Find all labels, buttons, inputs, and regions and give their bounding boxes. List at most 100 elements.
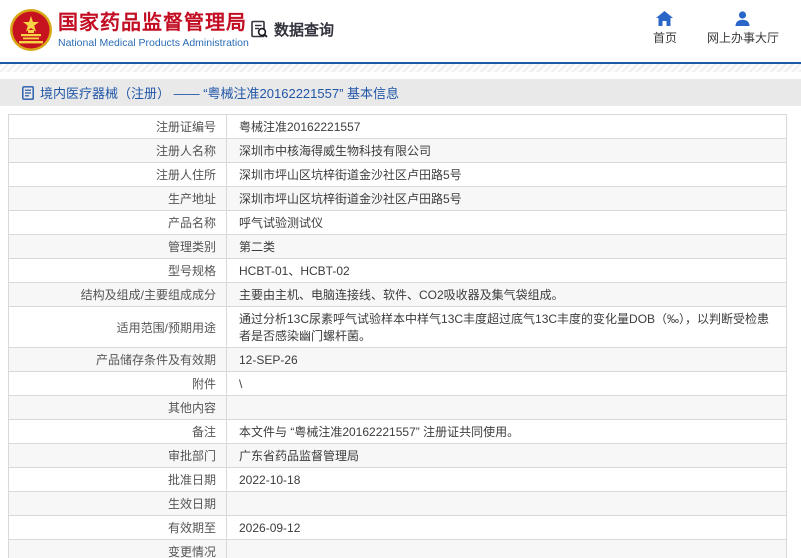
row-label-cell: 结构及组成/主要组成成分 (8, 282, 227, 307)
table-row: 结构及组成/主要组成成分 主要由主机、电脑连接线、软件、CO2吸收器及集气袋组成… (8, 282, 787, 307)
table-row: 管理类别 第二类 (8, 234, 787, 259)
nav-service-hall-label: 网上办事大厅 (706, 31, 779, 45)
row-label: 其他内容 (167, 401, 216, 415)
row-value-cell (226, 395, 787, 420)
row-label: 结构及组成/主要组成成分 (80, 288, 216, 302)
row-value-cell: 2022-10-18 (226, 467, 787, 492)
row-value-cell: 2026-09-12 (226, 515, 787, 540)
row-value-cell: 呼气试验测试仪 (226, 210, 787, 235)
row-value-cell: 广东省药品监督管理局 (226, 443, 787, 468)
row-value-cell: 主要由主机、电脑连接线、软件、CO2吸收器及集气袋组成。 (226, 282, 787, 307)
row-label: 产品储存条件及有效期 (95, 353, 216, 367)
row-label-cell: 注册人名称 (8, 138, 227, 163)
row-label-cell: 有效期至 (8, 515, 227, 540)
row-label-cell: 适用范围/预期用途 (8, 306, 227, 348)
page-doc-icon (22, 85, 34, 100)
home-icon (656, 11, 674, 26)
table-row: 注册人住所 深圳市坪山区坑梓街道金沙社区卢田路5号 (8, 162, 787, 187)
row-value: \ (239, 376, 243, 391)
row-value: 深圳市坪山区坑梓街道金沙社区卢田路5号 (239, 168, 462, 182)
agency-name-cn: 国家药品监督管理局 (58, 12, 247, 34)
row-value-cell: 第二类 (226, 234, 787, 259)
row-value-cell: 粤械注准20162221557 (226, 114, 787, 139)
row-value-cell: 本文件与 “粤械注准20162221557” 注册证共同使用。 (226, 419, 787, 444)
row-label: 产品名称 (167, 216, 216, 230)
table-row: 适用范围/预期用途 通过分析13C尿素呼气试验样本中样气13C丰度超过底气13C… (8, 306, 787, 348)
row-value: HCBT-01、HCBT-02 (239, 264, 350, 278)
row-label: 变更情况 (167, 545, 216, 558)
row-label-cell: 生效日期 (8, 491, 227, 516)
table-row: 生效日期 (8, 491, 787, 516)
table-row: 注册证编号 粤械注准20162221557 (8, 114, 787, 139)
row-label: 批准日期 (167, 473, 216, 487)
row-label-cell: 审批部门 (8, 443, 227, 468)
user-icon (735, 11, 750, 26)
row-label: 注册人住所 (155, 168, 216, 182)
row-label: 管理类别 (167, 240, 216, 254)
national-emblem-logo (10, 9, 52, 51)
row-label: 备注 (191, 425, 216, 439)
table-row: 产品名称 呼气试验测试仪 (8, 210, 787, 235)
row-label: 审批部门 (167, 449, 216, 463)
table-row: 其他内容 (8, 395, 787, 420)
row-value: 第二类 (239, 240, 276, 254)
row-label: 注册证编号 (155, 120, 216, 134)
row-value: 通过分析13C尿素呼气试验样本中样气13C丰度超过底气13C丰度的变化量DOB（… (239, 312, 770, 343)
row-value-cell: HCBT-01、HCBT-02 (226, 258, 787, 283)
agency-title-block: 国家药品监督管理局 National Medical Products Admi… (58, 11, 249, 49)
row-label-cell: 管理类别 (8, 234, 227, 259)
row-label-cell: 注册证编号 (8, 114, 227, 139)
row-label: 生效日期 (167, 497, 216, 511)
row-value: 粤械注准20162221557 (239, 120, 361, 134)
nav-item-home[interactable]: 首页 (653, 11, 677, 46)
row-label-cell: 其他内容 (8, 395, 227, 420)
row-value: 呼气试验测试仪 (239, 216, 324, 230)
row-value: 2022-10-18 (239, 472, 301, 487)
page-title: 境内医疗器械（注册） —— “粤械注准20162221557” 基本信息 (40, 86, 400, 101)
row-label-cell: 备注 (8, 419, 227, 444)
data-query-menu[interactable]: 数据查询 (250, 19, 334, 40)
row-label-cell: 批准日期 (8, 467, 227, 492)
row-value: 主要由主机、电脑连接线、软件、CO2吸收器及集气袋组成。 (239, 288, 564, 302)
row-value: 本文件与 “粤械注准20162221557” 注册证共同使用。 (239, 425, 520, 439)
row-label-cell: 注册人住所 (8, 162, 227, 187)
row-label: 型号规格 (167, 264, 216, 278)
row-label: 附件 (191, 377, 216, 391)
table-row: 附件 \ (8, 371, 787, 396)
row-label-cell: 生产地址 (8, 186, 227, 211)
row-value: 广东省药品监督管理局 (239, 449, 360, 463)
row-label-cell: 型号规格 (8, 258, 227, 283)
row-label-cell: 附件 (8, 371, 227, 396)
row-value-cell: 深圳市坪山区坑梓街道金沙社区卢田路5号 (226, 186, 787, 211)
document-search-icon (251, 20, 268, 38)
table-row: 有效期至 2026-09-12 (8, 515, 787, 540)
row-value: 12-SEP-26 (239, 352, 298, 367)
top-nav: 首页 网上办事大厅 (653, 11, 779, 46)
row-value-cell: 深圳市中核海得威生物科技有限公司 (226, 138, 787, 163)
row-value-cell: 通过分析13C尿素呼气试验样本中样气13C丰度超过底气13C丰度的变化量DOB（… (226, 306, 787, 348)
table-row: 产品储存条件及有效期 12-SEP-26 (8, 347, 787, 372)
table-row: 变更情况 (8, 539, 787, 558)
row-label: 适用范围/预期用途 (116, 320, 216, 335)
row-value-cell (226, 539, 787, 558)
row-value-cell: 深圳市坪山区坑梓街道金沙社区卢田路5号 (226, 162, 787, 187)
row-value-cell: 12-SEP-26 (226, 347, 787, 372)
table-row: 审批部门 广东省药品监督管理局 (8, 443, 787, 468)
table-row: 生产地址 深圳市坪山区坑梓街道金沙社区卢田路5号 (8, 186, 787, 211)
row-label-cell: 产品储存条件及有效期 (8, 347, 227, 372)
nav-home-label: 首页 (652, 31, 677, 45)
row-label-cell: 变更情况 (8, 539, 227, 558)
row-value: 深圳市中核海得威生物科技有限公司 (239, 144, 432, 158)
row-value-cell: \ (226, 371, 787, 396)
table-row: 备注 本文件与 “粤械注准20162221557” 注册证共同使用。 (8, 419, 787, 444)
data-query-label: 数据查询 (274, 22, 335, 39)
registration-info-table: 注册证编号 粤械注准20162221557 注册人名称 深圳市中核海得威生物科技… (8, 114, 787, 558)
breadcrumb-title-bar: 境内医疗器械（注册） —— “粤械注准20162221557” 基本信息 (0, 79, 801, 106)
hatch-band (0, 64, 801, 72)
table-row: 批准日期 2022-10-18 (8, 467, 787, 492)
nav-item-service-hall[interactable]: 网上办事大厅 (707, 11, 779, 46)
table-row: 型号规格 HCBT-01、HCBT-02 (8, 258, 787, 283)
page-header: 国家药品监督管理局 National Medical Products Admi… (0, 0, 801, 62)
row-label: 生产地址 (167, 192, 216, 206)
agency-name-en: National Medical Products Administration (58, 37, 249, 49)
